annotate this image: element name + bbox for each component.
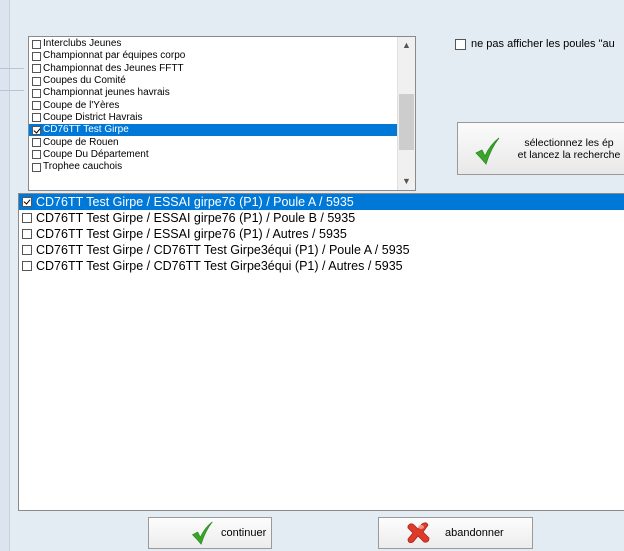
search-button-line2: et lancez la recherche — [517, 149, 621, 161]
cross-icon — [407, 522, 430, 543]
divider — [0, 68, 24, 69]
pool-item[interactable]: CD76TT Test Girpe / ESSAI girpe76 (P1) /… — [19, 226, 624, 242]
checkbox[interactable] — [32, 51, 41, 61]
competition-item[interactable]: Coupe de Rouen — [29, 136, 397, 148]
checkbox[interactable] — [32, 76, 41, 86]
competition-label: Coupe de l'Yères — [43, 99, 120, 111]
competition-label: Trophee cauchois — [43, 161, 123, 173]
checkbox-checked[interactable] — [22, 197, 32, 207]
scroll-up-icon[interactable]: ▲ — [398, 37, 415, 54]
pool-item[interactable]: CD76TT Test Girpe / CD76TT Test Girpe3éq… — [19, 242, 624, 258]
pool-item[interactable]: CD76TT Test Girpe / CD76TT Test Girpe3éq… — [19, 258, 624, 274]
checkbox[interactable] — [32, 101, 41, 111]
checkbox[interactable] — [22, 213, 32, 223]
competition-item[interactable]: Coupe de l'Yères — [29, 99, 397, 111]
pool-item[interactable]: CD76TT Test Girpe / ESSAI girpe76 (P1) /… — [19, 210, 624, 226]
checkbox[interactable] — [32, 64, 41, 74]
competition-item[interactable]: Coupe Du Département — [29, 149, 397, 161]
abandon-button[interactable]: abandonner — [378, 517, 533, 549]
hide-pools-option[interactable]: ne pas afficher les poules "au — [455, 38, 615, 50]
scroll-thumb[interactable] — [399, 94, 414, 150]
competitions-scrollbar[interactable]: ▲ ▼ — [397, 37, 415, 190]
competition-item[interactable]: Coupes du Comité — [29, 75, 397, 87]
competition-item[interactable]: Coupe District Havrais — [29, 112, 397, 124]
checkbox[interactable] — [22, 261, 32, 271]
select-and-search-button[interactable]: sélectionnez les ép et lancez la recherc… — [457, 122, 624, 175]
competition-item[interactable]: Championnat par équipes corpo — [29, 50, 397, 62]
checkbox[interactable] — [32, 39, 41, 49]
checkbox-checked[interactable] — [32, 125, 41, 135]
continue-label: continuer — [221, 527, 267, 539]
pool-label: CD76TT Test Girpe / CD76TT Test Girpe3éq… — [36, 243, 410, 257]
checkbox[interactable] — [32, 150, 41, 160]
pools-list[interactable]: CD76TT Test Girpe / ESSAI girpe76 (P1) /… — [18, 193, 624, 511]
competition-label: Coupe Du Département — [43, 148, 149, 160]
competition-label: Championnat par équipes corpo — [43, 50, 186, 62]
competition-label: Coupe District Havrais — [43, 111, 143, 123]
checkbox[interactable] — [32, 138, 41, 148]
hide-pools-checkbox[interactable] — [455, 38, 466, 50]
pool-label: CD76TT Test Girpe / ESSAI girpe76 (P1) /… — [36, 227, 347, 241]
checkbox[interactable] — [32, 88, 41, 98]
competition-label: Coupes du Comité — [43, 75, 126, 87]
competition-item[interactable]: Championnat des Jeunes FFTT — [29, 63, 397, 75]
checkmark-icon — [191, 521, 213, 545]
divider — [0, 90, 24, 91]
checkbox[interactable] — [32, 113, 41, 123]
pool-label: CD76TT Test Girpe / CD76TT Test Girpe3éq… — [36, 259, 403, 273]
competition-item-selected[interactable]: CD76TT Test Girpe — [29, 124, 397, 137]
checkmark-icon — [475, 137, 500, 165]
competition-item[interactable]: Championnat jeunes havrais — [29, 87, 397, 99]
search-button-text: sélectionnez les ép et lancez la recherc… — [504, 137, 624, 161]
pool-label: CD76TT Test Girpe / ESSAI girpe76 (P1) /… — [36, 195, 354, 209]
left-panel-edge — [0, 0, 10, 551]
competition-label: CD76TT Test Girpe — [43, 124, 129, 136]
competition-label: Championnat jeunes havrais — [43, 87, 170, 99]
pool-item-selected[interactable]: CD76TT Test Girpe / ESSAI girpe76 (P1) /… — [19, 194, 624, 210]
scroll-down-icon[interactable]: ▼ — [398, 173, 415, 190]
abandon-label: abandonner — [445, 527, 504, 539]
competition-label: Coupe de Rouen — [43, 136, 119, 148]
competition-item[interactable]: Interclubs Jeunes — [29, 38, 397, 50]
checkbox[interactable] — [22, 229, 32, 239]
checkbox[interactable] — [32, 162, 41, 172]
pool-label: CD76TT Test Girpe / ESSAI girpe76 (P1) /… — [36, 211, 356, 225]
competition-label: Interclubs Jeunes — [43, 38, 122, 50]
continue-button[interactable]: continuer — [148, 517, 272, 549]
competition-item[interactable]: Trophee cauchois — [29, 161, 397, 173]
checkbox[interactable] — [22, 245, 32, 255]
competition-label: Championnat des Jeunes FFTT — [43, 62, 184, 74]
search-button-line1: sélectionnez les ép — [524, 137, 614, 149]
hide-pools-label: ne pas afficher les poules "au — [471, 38, 615, 50]
competitions-list[interactable]: Interclubs Jeunes Championnat par équipe… — [28, 36, 416, 191]
